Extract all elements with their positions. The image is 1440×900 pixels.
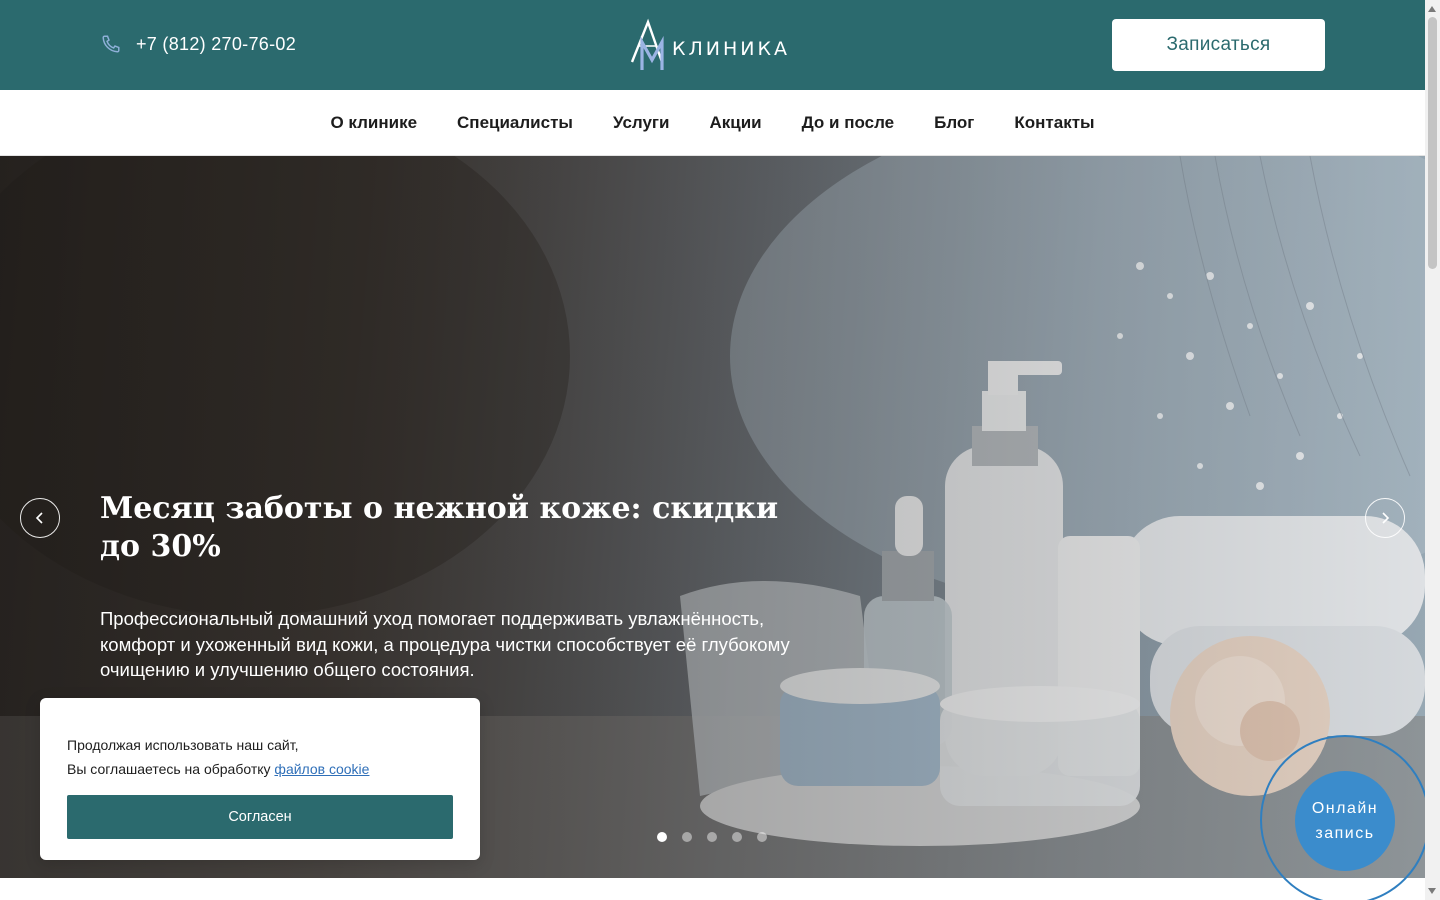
online-booking-line-1: Онлайн	[1311, 800, 1379, 817]
online-booking-button[interactable]: Онлайн запись	[1295, 771, 1395, 871]
cookie-policy-link[interactable]: файлов cookie	[274, 761, 369, 777]
nav-item-before-after[interactable]: До и после	[802, 113, 895, 133]
chevron-left-icon	[35, 512, 43, 524]
online-booking-line-2: запись	[1315, 825, 1375, 842]
cookie-accept-button[interactable]: Согласен	[67, 795, 453, 839]
phone-number: +7 (812) 270-76-02	[136, 33, 297, 54]
slider-dot-1[interactable]	[657, 832, 667, 842]
cookie-banner: Продолжая использовать наш сайт, Вы согл…	[40, 698, 480, 860]
logo-text: КЛИНИКА	[672, 38, 790, 60]
cookie-line-1: Продолжая использовать наш сайт,	[67, 737, 299, 753]
hero-description: Профессиональный домашний уход помогает …	[100, 608, 790, 680]
slider-dot-5[interactable]	[757, 832, 767, 842]
slider-dot-2[interactable]	[682, 832, 692, 842]
cookie-text: Продолжая использовать наш сайт, Вы согл…	[67, 733, 369, 781]
nav-item-contacts[interactable]: Контакты	[1014, 113, 1094, 133]
scroll-up-arrow-icon[interactable]	[1428, 6, 1436, 12]
slider-prev-button[interactable]	[20, 498, 60, 538]
slider-dot-4[interactable]	[732, 832, 742, 842]
clinic-logo[interactable]: КЛИНИКА	[628, 18, 790, 72]
slider-next-button[interactable]	[1365, 498, 1405, 538]
scrollbar-thumb[interactable]	[1428, 17, 1437, 269]
logo-mark-icon	[630, 18, 664, 70]
nav-item-about[interactable]: О клинике	[330, 113, 417, 133]
scroll-down-arrow-icon[interactable]	[1428, 888, 1436, 894]
slider-dot-3[interactable]	[707, 832, 717, 842]
chevron-right-icon	[1382, 512, 1390, 524]
page-content-start	[0, 878, 1425, 900]
slider-pagination	[657, 832, 767, 842]
cookie-line-2: Вы соглашаетесь на обработку файлов cook…	[67, 757, 369, 781]
nav-item-services[interactable]: Услуги	[613, 113, 670, 133]
main-nav: О клинике Специалисты Услуги Акции До и …	[0, 90, 1425, 156]
book-appointment-button[interactable]: Записаться	[1112, 19, 1325, 71]
phone-link[interactable]: +7 (812) 270-76-02	[100, 33, 296, 55]
nav-item-promotions[interactable]: Акции	[709, 113, 761, 133]
nav-item-blog[interactable]: Блог	[934, 113, 974, 133]
page-scrollbar[interactable]	[1425, 0, 1440, 900]
cookie-line-2-prefix: Вы соглашаетесь на обработку	[67, 761, 275, 777]
phone-icon	[102, 35, 120, 53]
hero-title: Месяц заботы о нежной коже: скидки до 30…	[100, 491, 779, 564]
nav-item-specialists[interactable]: Специалисты	[457, 113, 573, 133]
top-header: +7 (812) 270-76-02 КЛИНИКА Записаться	[0, 0, 1425, 90]
